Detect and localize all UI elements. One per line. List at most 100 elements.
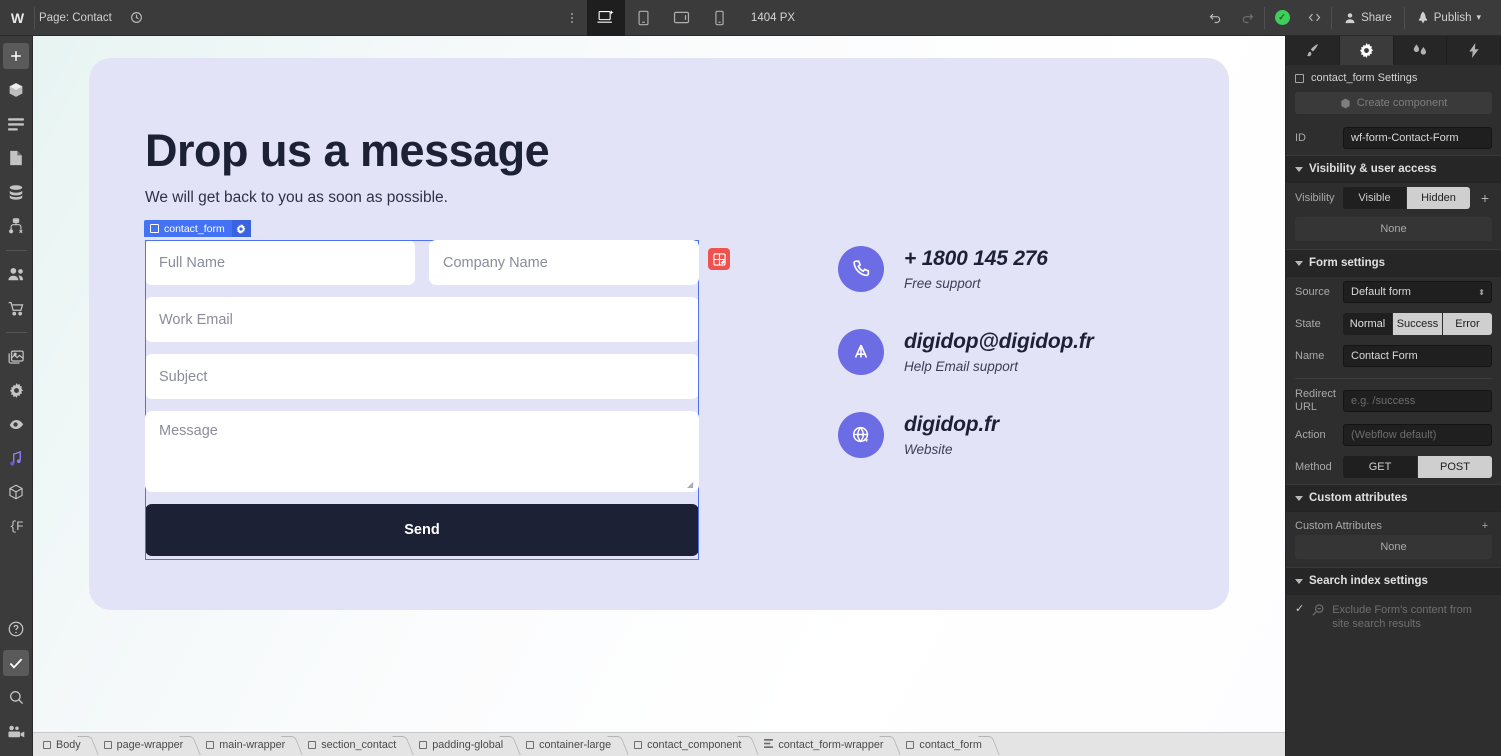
breadcrumb-item-contact-form-wrapper[interactable]: contact_form-wrapper <box>754 733 896 756</box>
name-company-row: Full Name Company Name <box>145 240 699 297</box>
form-settings-section-title: Form settings <box>1309 257 1386 269</box>
work-email-field[interactable]: Work Email <box>145 297 699 342</box>
breadcrumb-item-page-wrapper[interactable]: page-wrapper <box>94 733 197 756</box>
video-tutorials-icon[interactable] <box>3 718 29 744</box>
breakpoint-mobile[interactable] <box>701 0 739 36</box>
history-icon[interactable] <box>122 0 152 36</box>
tab-style[interactable] <box>1286 36 1340 65</box>
search-minus-icon <box>1311 603 1325 622</box>
rocket-icon <box>1418 11 1427 24</box>
state-option-normal[interactable]: Normal <box>1343 313 1393 335</box>
apps-package-icon[interactable] <box>3 479 29 505</box>
selection-label-badge[interactable]: contact_form <box>144 220 251 237</box>
state-option-error[interactable]: Error <box>1443 313 1492 335</box>
publish-label: Publish <box>1433 11 1472 24</box>
publish-button[interactable]: Publish ▾ <box>1407 5 1491 31</box>
visibility-section-header[interactable]: Visibility & user access <box>1286 155 1501 183</box>
globe-icon <box>838 412 884 458</box>
breadcrumb-item-body[interactable]: Body <box>33 733 94 756</box>
chevron-down-icon: ▾ <box>1476 12 1482 22</box>
add-custom-attribute-icon[interactable]: + <box>1478 520 1492 532</box>
tab-interactions[interactable] <box>1394 36 1448 65</box>
breakpoint-tablet[interactable] <box>625 0 663 36</box>
code-brackets-icon[interactable] <box>1299 0 1329 36</box>
page-selector[interactable]: Page: Contact <box>35 0 122 36</box>
state-option-success[interactable]: Success <box>1393 313 1443 335</box>
action-input[interactable]: (Webflow default) <box>1343 424 1492 446</box>
users-icon[interactable] <box>3 261 29 287</box>
redo-icon[interactable] <box>1232 0 1262 36</box>
id-label: ID <box>1295 131 1306 144</box>
webflow-logo-icon[interactable]: W <box>0 0 34 36</box>
source-select[interactable]: Default form ⬍ <box>1343 281 1492 303</box>
breadcrumb-item-section-contact[interactable]: section_contact <box>298 733 409 756</box>
send-button[interactable]: Send <box>145 504 699 556</box>
gear-icon[interactable] <box>3 377 29 403</box>
add-elements-icon[interactable] <box>3 43 29 69</box>
form-settings-section-header[interactable]: Form settings <box>1286 249 1501 277</box>
email-value: digidop@digidop.fr <box>904 330 1094 353</box>
company-name-field[interactable]: Company Name <box>429 240 699 285</box>
exclude-from-search-label: Exclude Form's content from site search … <box>1332 604 1472 630</box>
phone-icon <box>838 246 884 292</box>
accessibility-checkmark-icon[interactable] <box>3 650 29 676</box>
element-box-icon <box>150 224 159 233</box>
breadcrumb-label: section_contact <box>321 738 397 751</box>
message-textarea[interactable]: Message ◢ <box>145 411 699 492</box>
state-label: State <box>1295 317 1321 330</box>
name-input[interactable]: Contact Form <box>1343 345 1492 367</box>
question-circle-icon[interactable] <box>3 616 29 642</box>
add-visibility-condition-icon[interactable]: + <box>1478 190 1492 206</box>
search-icon[interactable] <box>3 684 29 710</box>
cms-database-icon[interactable] <box>3 179 29 205</box>
resize-handle-icon[interactable]: ◢ <box>687 480 696 489</box>
breadcrumb: Body page-wrapper main-wrapper section_c… <box>33 732 1285 756</box>
breadcrumb-item-padding-global[interactable]: padding-global <box>409 733 516 756</box>
method-option-get[interactable]: GET <box>1343 456 1418 478</box>
design-canvas[interactable]: Drop us a message We will get back to yo… <box>33 36 1285 732</box>
check-circle-icon[interactable]: ✓ <box>1267 0 1297 36</box>
breadcrumb-label: padding-global <box>432 738 504 751</box>
ecommerce-cart-icon[interactable] <box>3 295 29 321</box>
email-icon <box>838 329 884 375</box>
full-name-field[interactable]: Full Name <box>145 240 415 285</box>
person-icon <box>1345 12 1355 23</box>
undo-icon[interactable] <box>1200 0 1230 36</box>
search-index-section-header[interactable]: Search index settings <box>1286 567 1501 595</box>
breadcrumb-item-contact-component[interactable]: contact_component <box>624 733 754 756</box>
pages-icon[interactable] <box>3 145 29 171</box>
create-component-button[interactable]: Create component <box>1295 92 1492 114</box>
phone-value: + 1800 145 276 <box>904 247 1048 270</box>
visibility-option-hidden[interactable]: Hidden <box>1407 187 1470 209</box>
components-cube-icon[interactable] <box>3 77 29 103</box>
gear-icon[interactable] <box>231 220 251 237</box>
audit-icon[interactable] <box>3 411 29 437</box>
visibility-none-value: None <box>1295 217 1492 241</box>
custom-attributes-section-header[interactable]: Custom attributes <box>1286 484 1501 512</box>
subject-field[interactable]: Subject <box>145 354 699 399</box>
exclude-from-search-row[interactable]: ✓ Exclude Form's content from site searc… <box>1286 595 1501 639</box>
visibility-option-visible[interactable]: Visible <box>1343 187 1407 209</box>
tab-settings[interactable] <box>1339 36 1394 65</box>
contact-form[interactable]: contact_form Full Name Company Name Work… <box>144 220 730 560</box>
navigator-layers-icon[interactable] <box>3 111 29 137</box>
breakpoint-tablet-landscape[interactable] <box>663 0 701 36</box>
breadcrumb-label: container-large <box>539 738 612 751</box>
body-icon <box>43 740 51 749</box>
kebab-menu-icon[interactable] <box>557 0 587 36</box>
component-edit-icon[interactable] <box>708 248 730 270</box>
variables-icon[interactable]: {F <box>3 513 29 539</box>
tab-effects[interactable] <box>1447 36 1501 65</box>
method-option-post[interactable]: POST <box>1418 456 1492 478</box>
id-input[interactable]: wf-form-Contact-Form <box>1343 127 1492 149</box>
redirect-url-input[interactable]: e.g. /success <box>1343 390 1492 412</box>
breadcrumb-item-main-wrapper[interactable]: main-wrapper <box>196 733 298 756</box>
ai-sparkle-icon[interactable] <box>3 445 29 471</box>
assets-image-icon[interactable] <box>3 343 29 369</box>
breadcrumb-label: Body <box>56 738 81 751</box>
breadcrumb-item-container-large[interactable]: container-large <box>516 733 624 756</box>
breadcrumb-item-contact-form[interactable]: contact_form <box>896 733 994 756</box>
logic-flow-icon[interactable] <box>3 213 29 239</box>
share-button[interactable]: Share <box>1334 5 1402 31</box>
breakpoint-desktop[interactable] <box>586 0 625 36</box>
